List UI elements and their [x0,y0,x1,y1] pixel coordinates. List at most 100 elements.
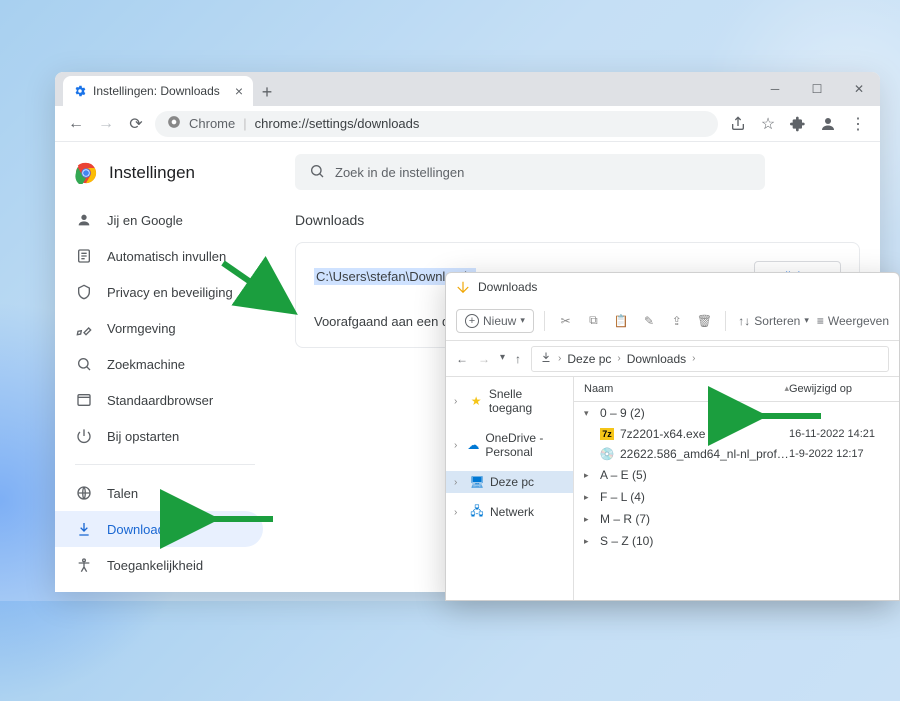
sidebar-item-privacy-en-beveiliging[interactable]: Privacy en beveiliging [55,274,263,310]
section-title: Downloads [295,212,860,228]
sidebar-item-bij-opstarten[interactable]: Bij opstarten [55,418,263,454]
address-url: chrome://settings/downloads [255,116,420,131]
network-icon: 🖧 [470,505,484,519]
explorer-addressbar: ← → ▾ ↑ › Deze pc › Downloads › [446,341,899,377]
explorer-side-item[interactable]: › 🖥 Deze pc [446,471,573,493]
explorer-side-label: Netwerk [490,505,534,519]
chevron-down-icon[interactable]: ▾ [500,352,505,366]
share-icon[interactable] [726,112,750,136]
a11y-icon [75,556,93,574]
chevron-down-icon: ▾ [520,315,525,326]
explorer-toolbar: + Nieuw ▾ ✂ ⧉ 📋 ✎ ⇪ 🗑 ↑↓ Sorteren ▾ ≡ We… [446,301,899,341]
sidebar-item-label: Toegankelijkheid [107,558,203,573]
sidebar-item-label: Vormgeving [107,321,176,336]
sidebar-item-standaardbrowser[interactable]: Standaardbrowser [55,382,263,418]
chrome-tabstrip: Instellingen: Downloads × + ─ ☐ ✕ [55,72,880,106]
up-button[interactable]: ↑ [515,352,521,366]
download-icon [75,520,93,538]
minimize-button[interactable]: ─ [754,72,796,106]
sidebar-item-vormgeving[interactable]: Vormgeving [55,310,263,346]
sidebar-item-downloads[interactable]: Downloads [55,511,263,547]
bookmark-icon[interactable]: ☆ [756,112,780,136]
new-tab-button[interactable]: + [253,78,281,106]
cut-icon[interactable]: ✂ [555,309,577,333]
chevron-icon: › [454,440,461,451]
shield-icon [75,283,93,301]
person-icon [75,211,93,229]
share-icon[interactable]: ⇪ [666,309,688,333]
chrome-logo-icon [75,162,97,184]
file-group[interactable]: ▸M – R (7) [574,508,899,530]
group-label: 0 – 9 (2) [600,406,645,420]
delete-icon[interactable]: 🗑 [694,309,716,333]
column-date[interactable]: Gewijzigd op [789,383,889,395]
sidebar-item-label: Privacy en beveiliging [107,285,233,300]
sidebar-item-systeem[interactable]: Systeem [55,583,263,592]
pc-icon: 🖥 [470,475,484,489]
explorer-side-item[interactable]: › ☁ OneDrive - Personal [446,427,573,463]
file-name: 7z2201-x64.exe [620,427,789,441]
group-label: S – Z (10) [600,534,653,548]
file-group[interactable]: ▸A – E (5) [574,464,899,486]
browser-tab[interactable]: Instellingen: Downloads × [63,76,253,106]
back-button[interactable]: ← [65,113,87,135]
settings-search-input[interactable]: Zoek in de instellingen [295,154,765,190]
explorer-titlebar: Downloads [446,273,899,301]
chevron-icon: ▸ [584,536,594,547]
chevron-icon: › [454,477,464,488]
explorer-side-label: OneDrive - Personal [485,431,565,459]
sidebar-item-label: Automatisch invullen [107,249,226,264]
copy-icon[interactable]: ⧉ [583,309,605,333]
rename-icon[interactable]: ✎ [638,309,660,333]
breadcrumb-item[interactable]: Downloads [627,352,686,366]
sidebar-item-label: Bij opstarten [107,429,179,444]
brush-icon [75,319,93,337]
search-placeholder: Zoek in de instellingen [335,165,464,180]
file-row[interactable]: 7z7z2201-x64.exe16-11-2022 14:21 [574,424,899,444]
forward-button[interactable]: → [95,113,117,135]
sidebar-item-talen[interactable]: Talen [55,475,263,511]
reload-button[interactable]: ⟳ [125,113,147,135]
forward-button[interactable]: → [478,352,490,366]
explorer-side-label: Snelle toegang [489,387,565,415]
chevron-icon: ▸ [584,514,594,525]
column-name[interactable]: Naam [584,383,744,395]
extensions-icon[interactable] [786,112,810,136]
sidebar-item-zoekmachine[interactable]: Zoekmachine [55,346,263,382]
maximize-button[interactable]: ☐ [796,72,838,106]
sort-icon: ↑↓ [738,314,750,328]
sidebar-item-jij-en-google[interactable]: Jij en Google [55,202,263,238]
close-button[interactable]: ✕ [838,72,880,106]
plus-icon: + [465,314,479,328]
breadcrumb-item[interactable]: Deze pc [567,352,611,366]
column-headers[interactable]: Naam ▴ Gewijzigd op [574,377,899,402]
paste-icon[interactable]: 📋 [610,309,632,333]
sidebar-item-label: Jij en Google [107,213,183,228]
sort-button[interactable]: ↑↓ Sorteren ▾ [738,314,809,328]
address-bar[interactable]: Chrome | chrome://settings/downloads [155,111,718,137]
menu-icon[interactable]: ⋮ [846,112,870,136]
new-button[interactable]: + Nieuw ▾ [456,309,534,333]
breadcrumb[interactable]: › Deze pc › Downloads › [531,346,889,372]
file-icon: 💿 [600,447,614,461]
view-button[interactable]: ≡ Weergeven [817,314,889,328]
profile-icon[interactable] [816,112,840,136]
file-group[interactable]: ▾0 – 9 (2) [574,402,899,424]
explorer-side-item[interactable]: ›★Snelle toegang [446,383,573,419]
star-icon: ★ [470,394,483,408]
browser-icon [75,391,93,409]
file-group[interactable]: ▸ S – Z (10) [574,530,899,552]
sidebar-item-toegankelijkheid[interactable]: Toegankelijkheid [55,547,263,583]
explorer-side-item[interactable]: ›🖧Netwerk [446,501,573,523]
back-button[interactable]: ← [456,352,468,366]
close-tab-icon[interactable]: × [235,83,243,99]
explorer-side-label: Deze pc [490,475,534,489]
sidebar-item-automatisch-invullen[interactable]: Automatisch invullen [55,238,263,274]
download-icon [540,351,552,366]
file-date: 1-9-2022 12:17 [789,448,889,460]
file-group[interactable]: ▸F – L (4) [574,486,899,508]
onedrive-icon: ☁ [467,438,479,452]
tab-title: Instellingen: Downloads [93,84,220,98]
file-row[interactable]: 💿22622.586_amd64_nl-nl_professional_a643… [574,444,899,464]
address-chrome-label: Chrome [189,116,235,131]
